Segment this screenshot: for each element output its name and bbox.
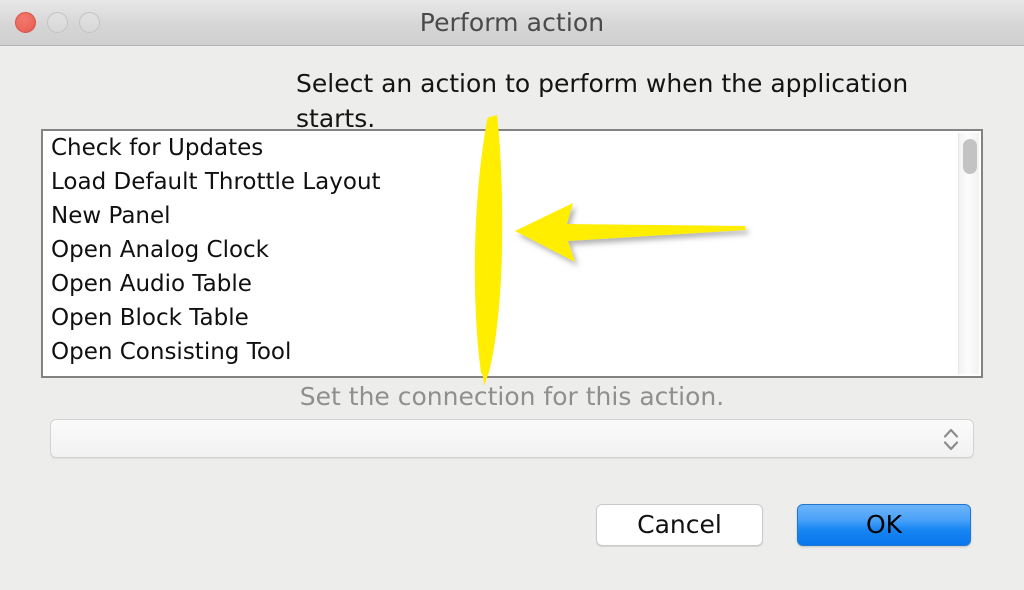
connection-label: Set the connection for this action. (0, 382, 1024, 411)
list-item[interactable]: New Panel (43, 199, 981, 233)
list-scrollbar-thumb[interactable] (963, 139, 977, 174)
list-item[interactable]: Open Audio Table (43, 267, 981, 301)
connection-select[interactable] (50, 419, 974, 458)
action-list-items: Check for Updates Load Default Throttle … (43, 131, 981, 369)
list-item[interactable]: Open Block Table (43, 301, 981, 335)
list-scrollbar[interactable] (958, 133, 979, 374)
list-item[interactable]: Open Analog Clock (43, 233, 981, 267)
list-item[interactable]: Check for Updates (43, 131, 981, 165)
list-item[interactable]: Open Consisting Tool (43, 335, 981, 369)
instruction-text: Select an action to perform when the app… (296, 66, 926, 136)
stepper-up-down-icon[interactable] (941, 425, 961, 454)
title-bar: Perform action (0, 0, 1024, 46)
list-item[interactable]: Load Default Throttle Layout (43, 165, 981, 199)
action-list[interactable]: Check for Updates Load Default Throttle … (41, 129, 983, 378)
window-title: Perform action (0, 0, 1024, 46)
cancel-button[interactable]: Cancel (596, 504, 763, 546)
perform-action-dialog: Perform action Select an action to perfo… (0, 0, 1024, 590)
ok-button[interactable]: OK (797, 504, 971, 546)
